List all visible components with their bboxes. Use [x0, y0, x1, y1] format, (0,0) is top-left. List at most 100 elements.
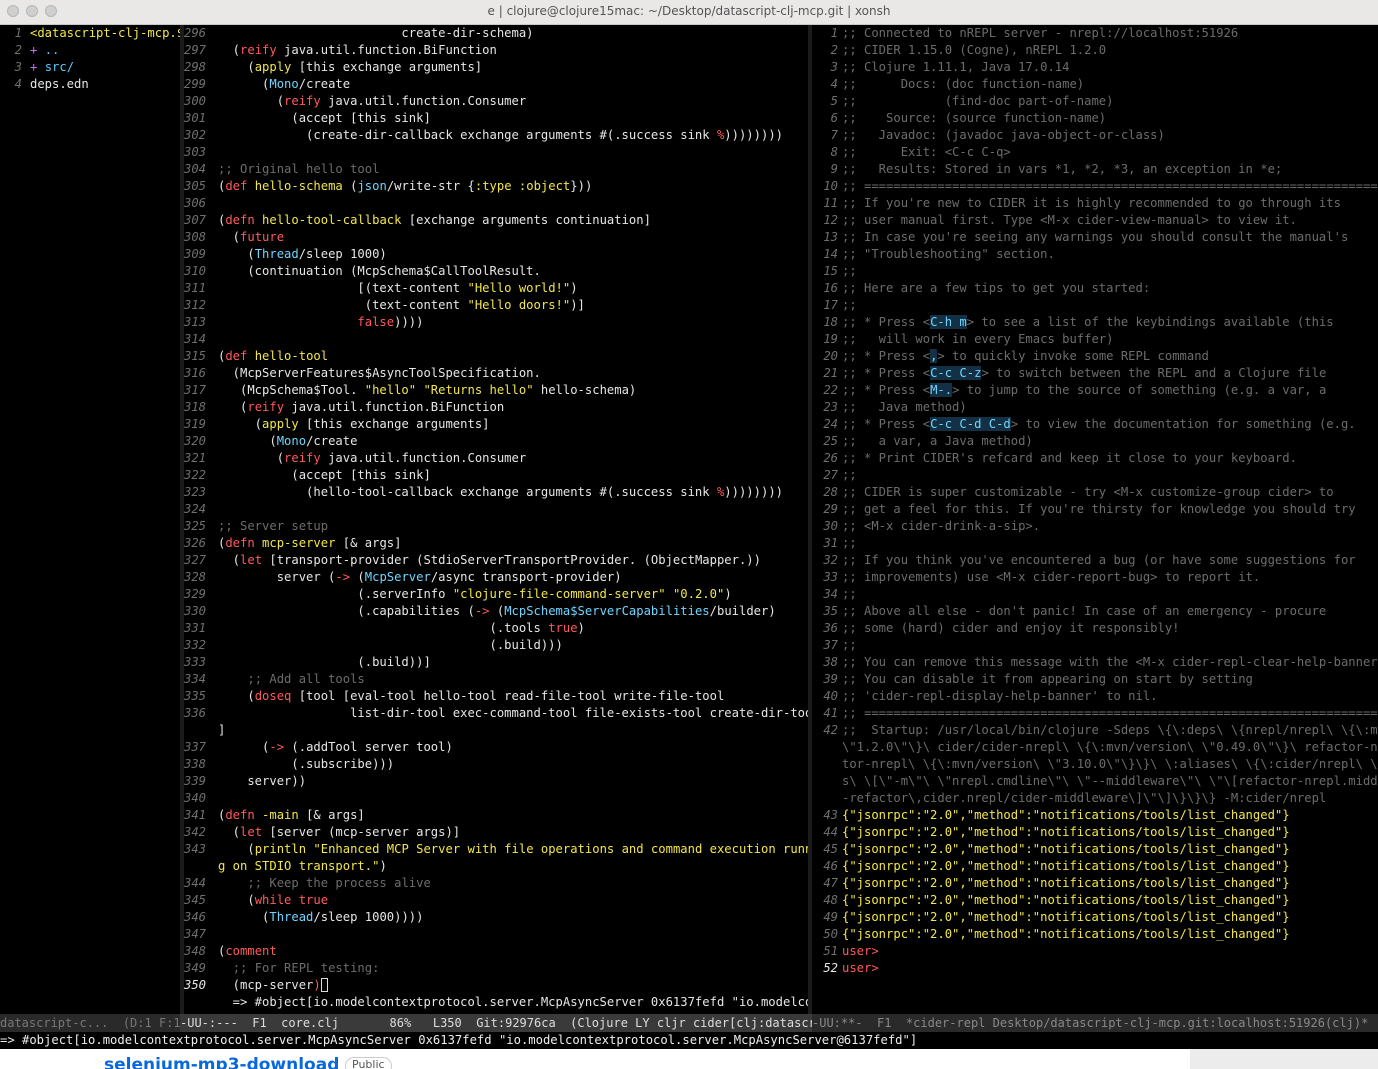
code-line[interactable]: 349 ;; For REPL testing:	[184, 960, 808, 977]
repl-line[interactable]: 34;;	[812, 586, 1378, 603]
code-line[interactable]: 330 (.capabilities (-> (McpSchema$Server…	[184, 603, 808, 620]
code-line[interactable]: 300 (reify java.util.function.Consumer	[184, 93, 808, 110]
repl-line[interactable]: 39 ;; You can disable it from appearing o…	[812, 671, 1378, 688]
repl-line[interactable]: 27;;	[812, 467, 1378, 484]
repl-line[interactable]: 12 ;; user manual first. Type <M-x cider-…	[812, 212, 1378, 229]
repl-line[interactable]: 14 ;; "Troubleshooting" section.	[812, 246, 1378, 263]
repl-line[interactable]: 7 ;; Javadoc: (javadoc java-object-or-cla…	[812, 127, 1378, 144]
code-line[interactable]: 325 ;; Server setup	[184, 518, 808, 535]
repl-line[interactable]: 45 {"jsonrpc":"2.0","method":"notificatio…	[812, 841, 1378, 858]
repl-line[interactable]: 1 ;; Connected to nREPL server - nrepl://…	[812, 25, 1378, 42]
repl-line[interactable]: 19 ;; will work in every Emacs buffer)	[812, 331, 1378, 348]
code-line[interactable]: 314	[184, 331, 808, 348]
code-line[interactable]: 297 (reify java.util.function.BiFunction	[184, 42, 808, 59]
code-line[interactable]: 345 (while true	[184, 892, 808, 909]
code-line[interactable]: 336 list-dir-tool exec-command-tool file…	[184, 705, 808, 722]
code-line[interactable]: 317 (McpSchema$Tool. "hello" "Returns he…	[184, 382, 808, 399]
code-line[interactable]: 301 (accept [this sink]	[184, 110, 808, 127]
repl-line[interactable]: -refactor\,cider.nrepl/cider-middleware\…	[812, 790, 1378, 807]
code-line[interactable]: 313 false))))	[184, 314, 808, 331]
code-line[interactable]: 346 (Thread/sleep 1000))))	[184, 909, 808, 926]
repl-line[interactable]: 22 ;; * Press <M-.> to jump to the source…	[812, 382, 1378, 399]
code-line[interactable]: g on STDIO transport.")	[184, 858, 808, 875]
repl-line[interactable]: 8 ;; Exit: <C-c C-q>	[812, 144, 1378, 161]
tree-line[interactable]: 1 <datascript-clj-mcp.$	[0, 25, 180, 42]
tree-line[interactable]: 3 + src/	[0, 59, 180, 76]
code-line[interactable]: 306	[184, 195, 808, 212]
code-line[interactable]: 318 (reify java.util.function.BiFunction	[184, 399, 808, 416]
repl-line[interactable]: 11 ;; If you're new to CIDER it is highly…	[812, 195, 1378, 212]
repl-line[interactable]: 43 {"jsonrpc":"2.0","method":"notificatio…	[812, 807, 1378, 824]
code-line[interactable]: 347	[184, 926, 808, 943]
cider-repl-pane[interactable]: 1 ;; Connected to nREPL server - nrepl://…	[812, 25, 1378, 1014]
code-line[interactable]: => #object[io.modelcontextprotocol.serve…	[184, 994, 808, 1011]
repl-line[interactable]: 38 ;; You can remove this message with th…	[812, 654, 1378, 671]
code-line[interactable]: 324	[184, 501, 808, 518]
repl-line[interactable]: 30 ;; <M-x cider-drink-a-sip>.	[812, 518, 1378, 535]
code-line[interactable]: 299 (Mono/create	[184, 76, 808, 93]
code-line[interactable]: 343 (println "Enhanced MCP Server with f…	[184, 841, 808, 858]
repl-line[interactable]: \"1.2.0\"\}\ cider/cider-nrepl\ \{\:mvn/…	[812, 739, 1378, 756]
code-line[interactable]: 342 (let [server (mcp-server args)]	[184, 824, 808, 841]
code-line[interactable]: 309 (Thread/sleep 1000)	[184, 246, 808, 263]
repl-line[interactable]: 21 ;; * Press <C-c C-z> to switch between…	[812, 365, 1378, 382]
repl-line[interactable]: 44 {"jsonrpc":"2.0","method":"notificatio…	[812, 824, 1378, 841]
code-editor-pane[interactable]: 296 create-dir-schema) 297 (reify java.ut…	[184, 25, 808, 1014]
code-line[interactable]: 302 (create-dir-callback exchange argume…	[184, 127, 808, 144]
code-line[interactable]: 308 (future	[184, 229, 808, 246]
repl-line[interactable]: 18 ;; * Press <C-h m> to see a list of th…	[812, 314, 1378, 331]
code-line[interactable]: 307 (defn hello-tool-callback [exchange a…	[184, 212, 808, 229]
code-line[interactable]: 305 (def hello-schema (json/write-str {:t…	[184, 178, 808, 195]
repl-line[interactable]: 23 ;; Java method)	[812, 399, 1378, 416]
code-line[interactable]: 329 (.serverInfo "clojure-file-command-s…	[184, 586, 808, 603]
repl-line[interactable]: 49 {"jsonrpc":"2.0","method":"notificatio…	[812, 909, 1378, 926]
file-tree-pane[interactable]: 1 <datascript-clj-mcp.$ 2 + .. 3 + src/4 deps.…	[0, 25, 181, 1014]
repl-line[interactable]: 20;; * Press <,> to quickly invoke some …	[812, 348, 1378, 365]
repl-line[interactable]: 48 {"jsonrpc":"2.0","method":"notificatio…	[812, 892, 1378, 909]
repl-line[interactable]: s\ \[\"-m\"\ \"nrepl.cmdline\"\ \"--midd…	[812, 773, 1378, 790]
code-line[interactable]: 303	[184, 144, 808, 161]
code-line[interactable]: 322 (accept [this sink]	[184, 467, 808, 484]
code-line[interactable]: 344 ;; Keep the process alive	[184, 875, 808, 892]
repl-line[interactable]: 25 ;; a var, a Java method)	[812, 433, 1378, 450]
code-line[interactable]: 334 ;; Add all tools	[184, 671, 808, 688]
repl-line[interactable]: 32 ;; If you think you've encountered a b…	[812, 552, 1378, 569]
repl-line[interactable]: 52 user>	[812, 960, 1378, 977]
code-line[interactable]: 326 (defn mcp-server [& args]	[184, 535, 808, 552]
code-line[interactable]: 340	[184, 790, 808, 807]
repl-line[interactable]: 41 ;; ===================================…	[812, 705, 1378, 722]
code-line[interactable]: 332 (.build)))	[184, 637, 808, 654]
code-line[interactable]: 310 (continuation (McpSchema$CallToolRes…	[184, 263, 808, 280]
code-line[interactable]: 319 (apply [this exchange arguments]	[184, 416, 808, 433]
repl-line[interactable]: 31;;	[812, 535, 1378, 552]
code-line[interactable]: 316 (McpServerFeatures$AsyncToolSpecific…	[184, 365, 808, 382]
code-line[interactable]: 315 (def hello-tool	[184, 348, 808, 365]
tree-line[interactable]: 2 + ..	[0, 42, 180, 59]
repl-line[interactable]: 4 ;; Docs: (doc function-name)	[812, 76, 1378, 93]
tree-line[interactable]: 4 deps.edn	[0, 76, 180, 93]
repl-line[interactable]: 15;;	[812, 263, 1378, 280]
repl-line[interactable]: 13 ;; In case you're seeing any warnings …	[812, 229, 1378, 246]
code-line[interactable]: 341 (defn -main [& args]	[184, 807, 808, 824]
code-line[interactable]: 331 (.tools true)	[184, 620, 808, 637]
repl-line[interactable]: 5 ;; (find-doc part-of-name)	[812, 93, 1378, 110]
repl-line[interactable]: 2 ;; CIDER 1.15.0 (Cogne), nREPL 1.2.0	[812, 42, 1378, 59]
repl-line[interactable]: 29 ;; get a feel for this. If you're thir…	[812, 501, 1378, 518]
code-line[interactable]: 348 (comment	[184, 943, 808, 960]
repl-line[interactable]: 24 ;; * Press <C-c C-d C-d> to view the d…	[812, 416, 1378, 433]
repl-line[interactable]: 3 ;; Clojure 1.11.1, Java 17.0.14	[812, 59, 1378, 76]
repl-line[interactable]: 50 {"jsonrpc":"2.0","method":"notificatio…	[812, 926, 1378, 943]
repl-line[interactable]: 36 ;; some (hard) cider and enjoy it resp…	[812, 620, 1378, 637]
code-line[interactable]: 350 (mcp-server)	[184, 977, 808, 994]
code-line[interactable]: 323 (hello-tool-callback exchange argume…	[184, 484, 808, 501]
code-line[interactable]: 298 (apply [this exchange arguments]	[184, 59, 808, 76]
code-line[interactable]: 321 (reify java.util.function.Consumer	[184, 450, 808, 467]
repl-line[interactable]: tor-nrepl\ \{\:mvn/version\ \"3.10.0\"\}…	[812, 756, 1378, 773]
repl-line[interactable]: 17;;	[812, 297, 1378, 314]
code-line[interactable]: 312 (text-content "Hello doors!")]	[184, 297, 808, 314]
repl-line[interactable]: 42 ;; Startup: /usr/local/bin/clojure -Sd…	[812, 722, 1378, 739]
repl-line[interactable]: 40 ;; 'cider-repl-display-help-banner' to…	[812, 688, 1378, 705]
code-line[interactable]: 338 (.subscribe)))	[184, 756, 808, 773]
code-line[interactable]: ]	[184, 722, 808, 739]
repo-link[interactable]: selenium-mp3-download	[104, 1055, 339, 1069]
